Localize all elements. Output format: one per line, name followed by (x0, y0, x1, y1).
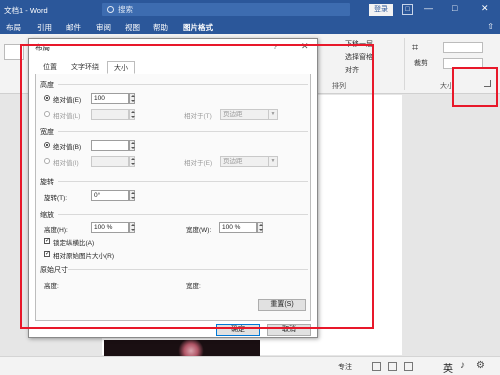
tab-review[interactable]: 审阅 (96, 22, 111, 33)
tab-picture-format[interactable]: 图片格式 (183, 22, 213, 36)
ribbon-display-options-icon[interactable]: □ (402, 4, 413, 15)
ime-music-icon[interactable]: ♪ (460, 360, 465, 371)
tab-layout[interactable]: 布局 (6, 22, 21, 33)
tab-help[interactable]: 帮助 (153, 22, 168, 33)
tab-mailings[interactable]: 邮件 (66, 22, 81, 33)
crop-icon[interactable]: ⌗ (412, 42, 418, 55)
document-title: 文档1 - Word (4, 6, 48, 15)
ribbon-separator (404, 38, 405, 90)
tab-references[interactable]: 引用 (37, 22, 52, 33)
ime-mode-indicator[interactable]: 英 (443, 360, 453, 375)
search-placeholder: 搜索 (118, 5, 133, 14)
close-button[interactable]: ✕ (481, 3, 489, 14)
maximize-button[interactable]: □ (452, 3, 457, 13)
crop-button[interactable]: 裁剪 (414, 58, 428, 68)
web-layout-icon[interactable] (404, 362, 413, 371)
ribbon-tabs: 布局 引用 邮件 审阅 视图 帮助 图片格式 ⇧ (0, 20, 500, 36)
share-icon[interactable]: ⇧ (487, 22, 494, 31)
annotation-box (20, 44, 374, 329)
focus-mode-button[interactable]: 专注 (338, 362, 352, 372)
read-mode-icon[interactable] (372, 362, 381, 371)
shape-height-input[interactable] (443, 42, 483, 53)
annotation-box (452, 67, 498, 107)
status-bar: 专注 英 ♪ ⚙ (0, 356, 500, 375)
minimize-button[interactable]: — (424, 3, 433, 13)
search-icon (107, 6, 114, 13)
title-bar: 文档1 - Word 搜索 登录 □ — □ ✕ (0, 0, 500, 20)
tab-view[interactable]: 视图 (125, 22, 140, 33)
ime-settings-icon[interactable]: ⚙ (476, 360, 485, 371)
print-layout-icon[interactable] (388, 362, 397, 371)
search-box[interactable]: 搜索 (102, 3, 350, 16)
login-button[interactable]: 登录 (369, 4, 393, 16)
